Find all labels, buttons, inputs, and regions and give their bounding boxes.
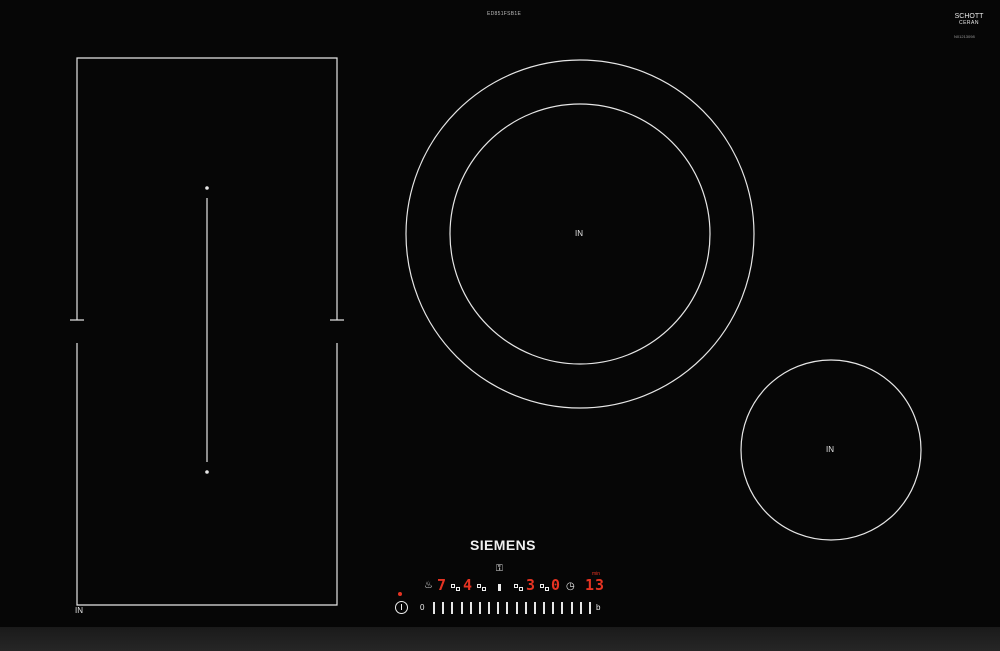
flex-marker-top (205, 186, 209, 190)
clock-icon[interactable]: ◷ (566, 581, 575, 592)
childlock-icon[interactable]: ⚿ (496, 564, 503, 574)
slider-tick[interactable] (460, 602, 463, 614)
zone-3-select-key[interactable] (498, 584, 501, 591)
pan-assist-icon[interactable]: ♨ (424, 580, 433, 591)
slider-tick[interactable] (588, 602, 591, 614)
flex-marker-bottom (205, 470, 209, 474)
slider-min-label: 0 (420, 603, 425, 612)
zone-1-display: 7 (437, 576, 447, 594)
cooking-zones (70, 57, 922, 606)
large-zone-label: IN (575, 229, 583, 238)
brand-logo: SIEMENS (470, 537, 536, 553)
zone-2-select-key[interactable] (477, 584, 486, 592)
slider-max-label: b (596, 603, 601, 612)
zone-1-select-key[interactable] (451, 584, 460, 592)
schott-ceran-logo: SCHOTT CERAN (954, 13, 984, 27)
slider-tick[interactable] (543, 602, 546, 614)
slider-tick[interactable] (524, 602, 527, 614)
slider-tick[interactable] (478, 602, 481, 614)
slider-tick[interactable] (570, 602, 573, 614)
slider-tick[interactable] (451, 602, 454, 614)
flex-zone (70, 57, 344, 606)
slider-tick[interactable] (497, 602, 500, 614)
model-code-label: ED851FSB1E (487, 11, 522, 17)
zone-2-display: 4 (463, 576, 473, 594)
zone-4-select-key[interactable] (514, 584, 523, 592)
hob-frame-edge (0, 627, 1000, 651)
power-icon[interactable] (395, 601, 408, 614)
flex-zone-label: IN (75, 606, 83, 615)
small-zone-label: IN (826, 445, 834, 454)
slider-tick[interactable] (552, 602, 555, 614)
slider-tick[interactable] (433, 602, 435, 614)
slider-tick[interactable] (506, 602, 509, 614)
slider-tick[interactable] (515, 602, 518, 614)
glass-code-label: N01213098 (954, 34, 975, 39)
zone-4-display: 3 (526, 576, 536, 594)
cooktop-panel: ED851FSB1E SCHOTT CERAN N01213098 IN IN … (0, 0, 1000, 651)
zone-5-select-key[interactable] (540, 584, 549, 592)
slider-tick[interactable] (488, 602, 491, 614)
slider-tick[interactable] (561, 602, 564, 614)
timer-display: 13 (585, 576, 606, 594)
slider-tick[interactable] (579, 602, 582, 614)
power-level-slider[interactable] (433, 602, 591, 614)
slider-tick[interactable] (533, 602, 536, 614)
schott-logo-line2: CERAN (958, 20, 979, 26)
slider-tick[interactable] (469, 602, 472, 614)
slider-tick[interactable] (442, 602, 445, 614)
zone-5-display: 0 (551, 576, 561, 594)
power-indicator-led (398, 592, 402, 596)
schott-logo-line1: SCHOTT (954, 13, 984, 20)
